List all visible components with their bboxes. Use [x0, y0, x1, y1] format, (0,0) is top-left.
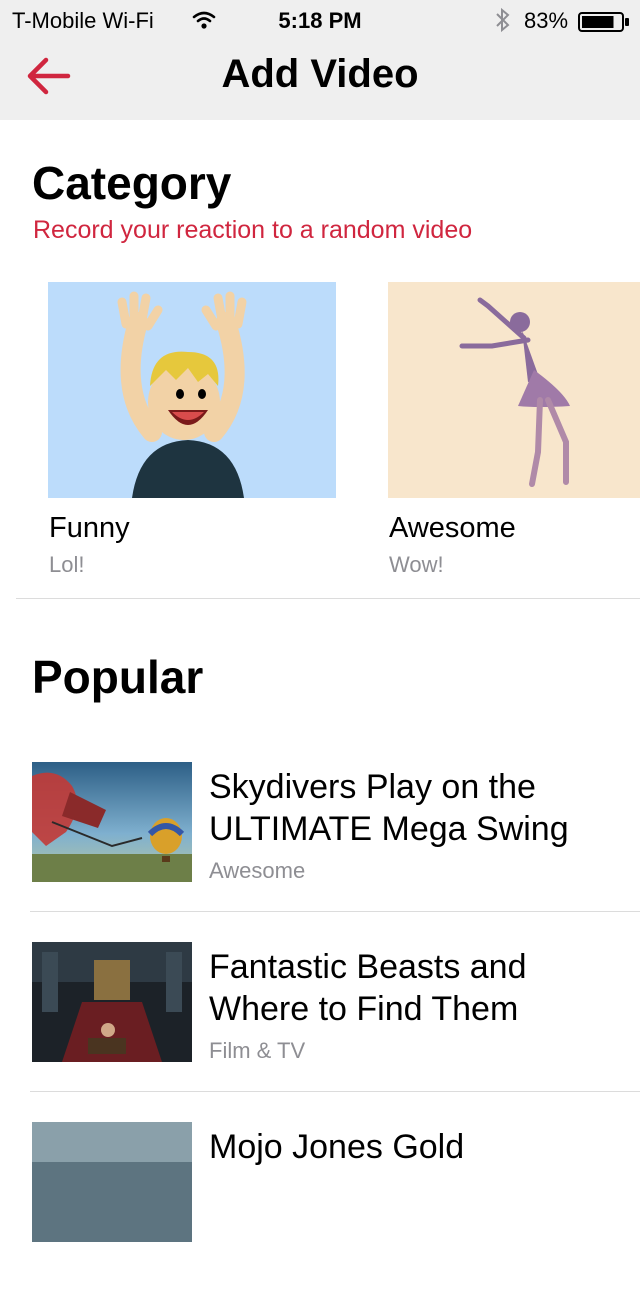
category-card-funny[interactable]: Funny Lol!: [48, 282, 336, 577]
category-description: Wow!: [389, 552, 444, 577]
category-description: Lol!: [49, 552, 85, 577]
popular-video-item[interactable]: Skydivers Play on the ULTIMATE Mega Swin…: [0, 762, 640, 942]
awesome-thumbnail: [388, 282, 640, 498]
video-title: Fantastic Beasts and Where to Find Them: [209, 948, 527, 1028]
row-divider: [30, 911, 640, 912]
bluetooth-icon: [496, 7, 510, 33]
status-bar: T-Mobile Wi-Fi 5:18 PM 83%: [0, 0, 640, 40]
page-title: Add Video: [221, 52, 419, 96]
video-category: Awesome: [209, 858, 306, 883]
funny-thumbnail: [48, 282, 336, 498]
row-divider: [30, 1091, 640, 1092]
battery-icon: [578, 12, 629, 32]
section-divider: [16, 598, 640, 599]
category-heading: Category: [32, 157, 232, 209]
popular-heading: Popular: [32, 651, 204, 703]
battery-percent: 83%: [524, 8, 569, 33]
category-name: Funny: [49, 512, 130, 544]
video-title: Mojo Jones Gold: [209, 1128, 465, 1166]
video-thumbnail: [32, 942, 192, 1062]
popular-video-item[interactable]: Mojo Jones Gold: [0, 1122, 640, 1302]
video-thumbnail: [32, 762, 192, 882]
popular-video-item[interactable]: Fantastic Beasts and Where to Find Them …: [0, 942, 640, 1122]
category-card-awesome[interactable]: Awesome Wow!: [388, 282, 640, 577]
video-category: Film & TV: [209, 1038, 306, 1063]
top-bar: T-Mobile Wi-Fi 5:18 PM 83% Add Video: [0, 0, 640, 120]
video-thumbnail: [32, 1122, 192, 1242]
category-name: Awesome: [389, 512, 516, 544]
category-subtitle: Record your reaction to a random video: [33, 216, 473, 244]
video-title: Skydivers Play on the ULTIMATE Mega Swin…: [209, 768, 569, 848]
